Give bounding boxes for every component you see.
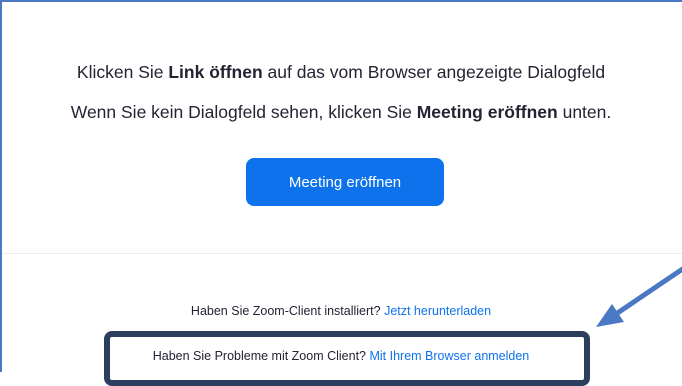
open-link-emphasis: Link öffnen [168, 62, 263, 82]
instruction-line-1: Klicken Sie Link öffnen auf das vom Brow… [76, 62, 606, 82]
launch-meeting-button[interactable]: Meeting eröffnen [246, 158, 444, 206]
download-link[interactable]: Jetzt herunterladen [384, 304, 491, 318]
instruction-line-2: Wenn Sie kein Dialogfeld sehen, klicken … [70, 102, 612, 122]
highlight-box [104, 331, 590, 386]
launch-meeting-emphasis: Meeting eröffnen [416, 102, 558, 122]
download-prompt: Haben Sie Zoom-Client installiert? Jetzt… [190, 304, 492, 318]
divider [2, 253, 682, 254]
instructions: Klicken Sie Link öffnen auf das vom Brow… [0, 58, 682, 138]
